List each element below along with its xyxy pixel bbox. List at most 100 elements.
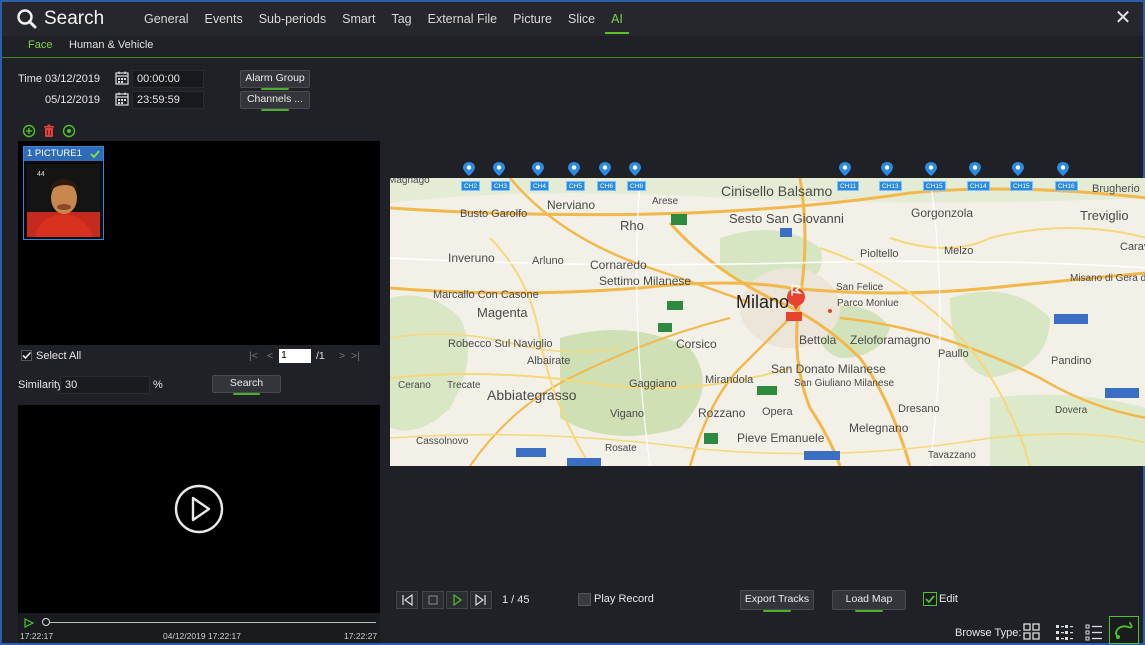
map-place-label: Gaggiano xyxy=(629,378,677,390)
close-icon[interactable]: ✕ xyxy=(1113,8,1133,28)
channels-button[interactable]: Channels ... xyxy=(240,91,310,111)
prev-page-icon[interactable]: < xyxy=(267,350,273,362)
tab-face[interactable]: Face xyxy=(28,39,52,51)
location-pin-icon[interactable] xyxy=(1056,161,1070,177)
first-page-icon[interactable]: |< xyxy=(249,350,258,362)
load-map-button[interactable]: Load Map xyxy=(832,590,906,612)
channel-tag[interactable]: CH8 xyxy=(627,181,647,191)
tab-events[interactable]: Events xyxy=(196,2,250,36)
map-place-label: Settimo Milanese xyxy=(599,274,692,288)
channel-tag[interactable]: CH16 xyxy=(1055,181,1078,191)
timeline-start: 17:22:17 xyxy=(20,631,54,641)
location-pin-icon[interactable] xyxy=(462,161,476,177)
channel-tag[interactable]: CH15 xyxy=(923,181,946,191)
tab-tag[interactable]: Tag xyxy=(383,2,419,36)
location-pin-icon[interactable] xyxy=(492,161,506,177)
export-tracks-button[interactable]: Export Tracks xyxy=(740,590,814,612)
picture-thumbnail[interactable]: 1 PICTURE1 44 xyxy=(23,146,104,240)
map-place-label: Inveruno xyxy=(448,251,495,265)
tab-human-vehicle[interactable]: Human & Vehicle xyxy=(69,39,153,51)
timeline-track[interactable] xyxy=(46,622,376,623)
location-pin-icon[interactable] xyxy=(598,161,612,177)
prev-frame-button[interactable] xyxy=(396,591,418,609)
location-pin-icon[interactable] xyxy=(1011,161,1025,177)
checkmark-icon[interactable] xyxy=(90,149,100,159)
location-pin-icon[interactable] xyxy=(880,161,894,177)
edit-checkbox[interactable] xyxy=(923,592,937,606)
map-place-label: Parco Monlue xyxy=(837,298,899,309)
location-pin-icon[interactable] xyxy=(567,161,581,177)
channel-tag[interactable]: CH6 xyxy=(597,181,617,191)
location-pin-icon[interactable] xyxy=(531,161,545,177)
track-view-button[interactable] xyxy=(1109,616,1139,644)
skip-back-icon xyxy=(402,593,413,607)
refresh-icon[interactable] xyxy=(62,124,76,138)
channel-tag[interactable]: CH5 xyxy=(566,181,586,191)
svg-text:44: 44 xyxy=(37,171,45,178)
play-button[interactable] xyxy=(446,591,468,609)
calendar-icon[interactable] xyxy=(115,92,129,106)
map-place-label: Nerviano xyxy=(547,198,596,212)
channel-tag[interactable]: CH13 xyxy=(879,181,902,191)
location-pin-icon[interactable] xyxy=(968,161,982,177)
timeline-end: 17:22:27 xyxy=(344,631,378,641)
map-place-label: Melegnano xyxy=(849,421,909,435)
delete-icon[interactable] xyxy=(42,124,56,138)
map-place-label: Rho xyxy=(620,218,644,233)
map-place-label: Trecate xyxy=(447,380,481,391)
page-input[interactable]: 1 xyxy=(279,349,311,363)
stop-button[interactable] xyxy=(422,591,444,609)
tab-slice[interactable]: Slice xyxy=(560,2,603,36)
map-place-label: Dresano xyxy=(898,403,940,415)
select-all-checkbox[interactable] xyxy=(21,350,32,361)
channel-tag[interactable]: CH2 xyxy=(461,181,481,191)
end-date-field[interactable]: 05/12/2019 xyxy=(45,94,100,106)
tab-general[interactable]: General xyxy=(136,2,196,36)
select-all-label: Select All xyxy=(36,350,82,362)
picture-list-panel: 1 PICTURE1 44 xyxy=(18,141,380,345)
thumbnail-list-icon[interactable] xyxy=(1054,622,1074,642)
play-record-checkbox[interactable] xyxy=(578,593,591,606)
channel-tag[interactable]: CH15 xyxy=(1010,181,1033,191)
search-button[interactable]: Search xyxy=(212,375,281,395)
start-time-field[interactable]: 00:00:00 xyxy=(132,70,204,88)
tab-smart[interactable]: Smart xyxy=(334,2,383,36)
map-place-label: Treviglio xyxy=(1080,208,1129,223)
channel-tag[interactable]: CH4 xyxy=(530,181,550,191)
video-preview-panel xyxy=(18,405,380,613)
tab-picture[interactable]: Picture xyxy=(505,2,560,36)
calendar-icon[interactable] xyxy=(115,71,129,85)
map-view[interactable]: Magnago Cinisello Balsamo Brugherio Bust… xyxy=(390,178,1145,466)
last-page-icon[interactable]: >| xyxy=(351,350,360,362)
tab-external-file[interactable]: External File xyxy=(420,2,505,36)
location-pin-icon[interactable] xyxy=(924,161,938,177)
tab-sub-periods[interactable]: Sub-periods xyxy=(251,2,334,36)
end-time-field[interactable]: 23:59:59 xyxy=(132,91,204,109)
next-page-icon[interactable]: > xyxy=(339,350,345,362)
tab-ai[interactable]: AI xyxy=(603,2,631,36)
channel-tag[interactable]: CH11 xyxy=(837,181,860,191)
start-date-field[interactable]: 03/12/2019 xyxy=(45,73,100,85)
timeline-handle[interactable] xyxy=(42,618,50,626)
location-pin-icon[interactable] xyxy=(838,161,852,177)
similarity-input[interactable]: 30 xyxy=(60,376,150,394)
similarity-unit: % xyxy=(153,379,163,391)
list-view-icon[interactable] xyxy=(1084,622,1104,642)
map-place-label: Bettola xyxy=(799,333,837,347)
channel-tag[interactable]: CH3 xyxy=(491,181,511,191)
map-place-label: Mirandola xyxy=(705,374,754,386)
alarm-group-button[interactable]: Alarm Group ... xyxy=(240,70,310,99)
next-frame-button[interactable] xyxy=(470,591,492,609)
grid-view-icon[interactable] xyxy=(1022,622,1042,642)
map-place-label: Gorgonzola xyxy=(911,206,974,220)
map-place-label: Albairate xyxy=(527,355,571,367)
small-play-icon[interactable] xyxy=(24,618,34,628)
map-place-label: San Donato Milanese xyxy=(771,362,886,376)
play-icon[interactable] xyxy=(173,483,225,535)
map-place-label: Paullo xyxy=(938,348,969,360)
edit-label: Edit xyxy=(939,593,958,605)
channel-tag[interactable]: CH14 xyxy=(967,181,990,191)
add-picture-icon[interactable] xyxy=(22,124,36,138)
map-place-label: Rosate xyxy=(605,443,637,454)
location-pin-icon[interactable] xyxy=(628,161,642,177)
